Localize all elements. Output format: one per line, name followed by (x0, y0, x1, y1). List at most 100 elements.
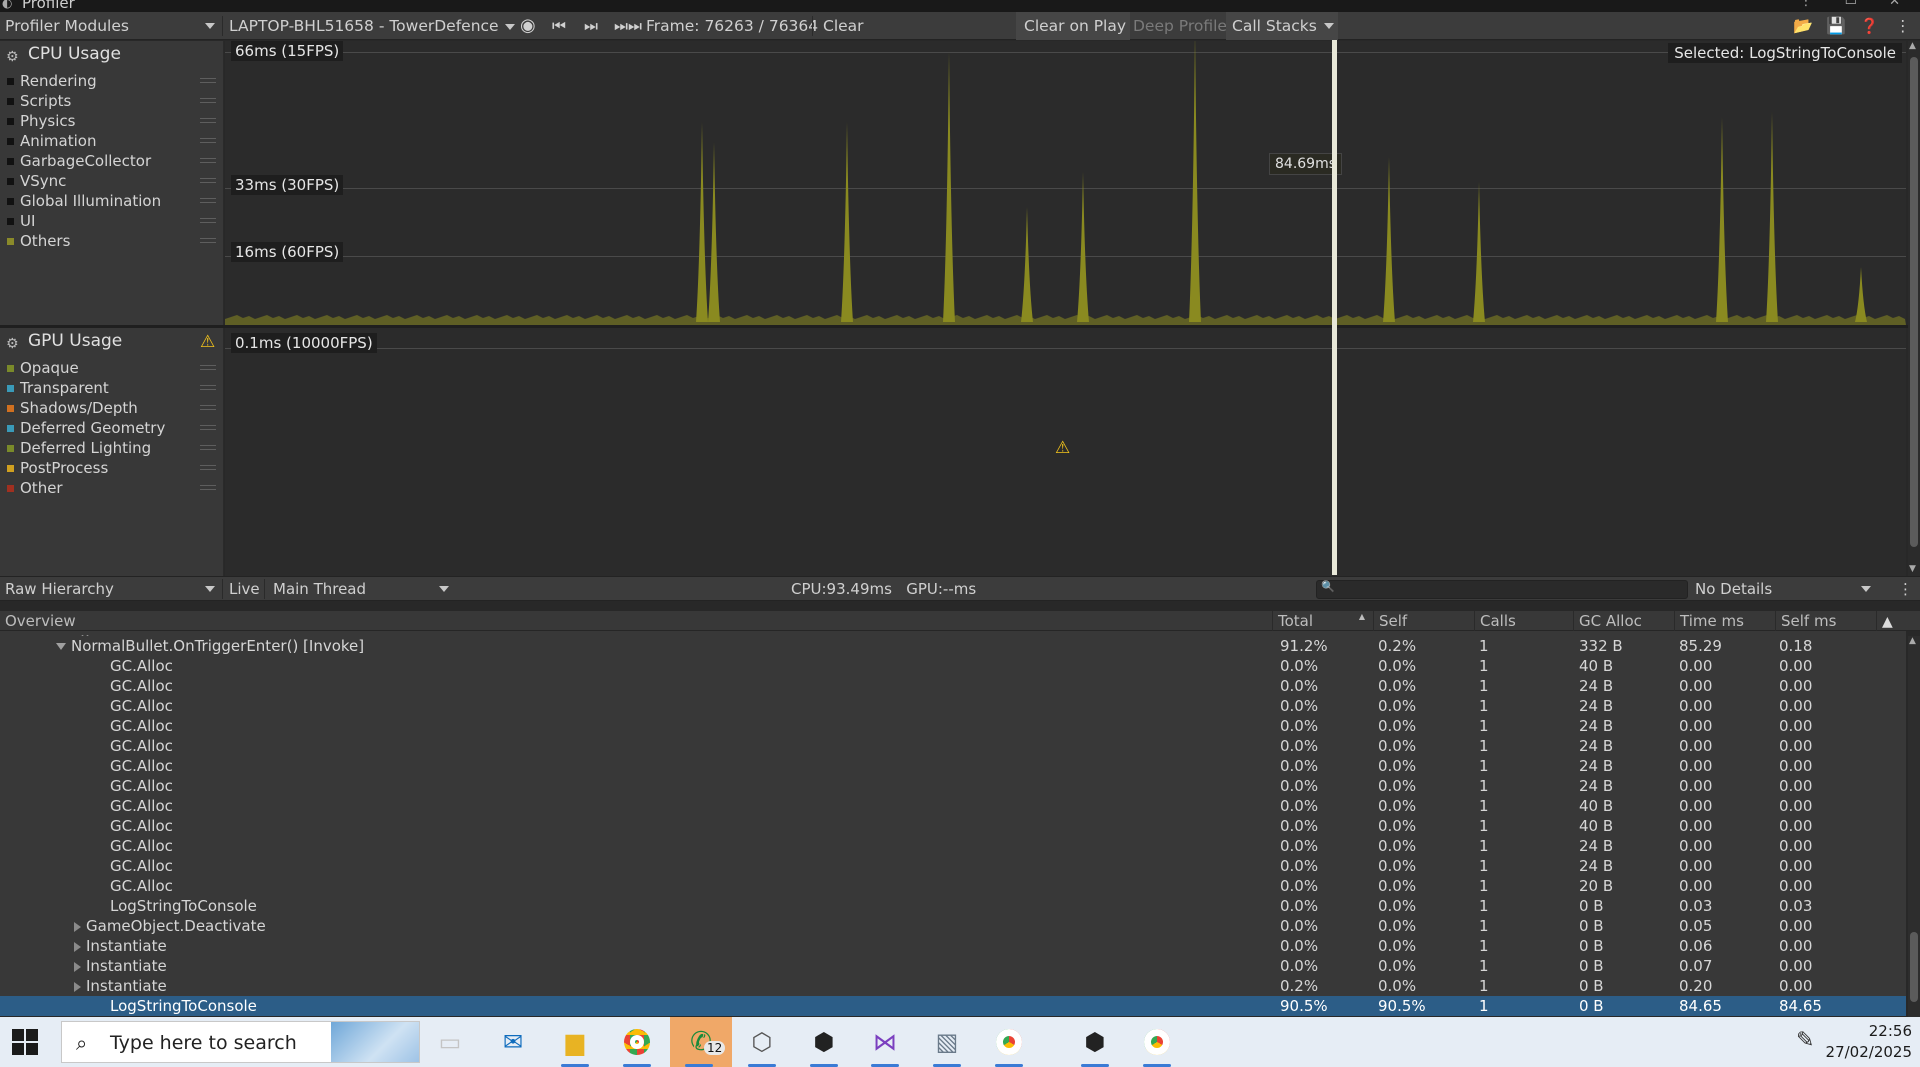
graph-scrollbar[interactable]: ▲ ▼ (1908, 41, 1920, 576)
color-swatch[interactable] (7, 485, 14, 492)
table-row[interactable]: GC.Alloc 0.0% 0.0% 1 24 B 0.00 0.00 (0, 836, 1906, 856)
table-row[interactable]: GC.Alloc 0.0% 0.0% 1 24 B 0.00 0.00 (0, 716, 1906, 736)
column-calls[interactable]: Calls (1474, 611, 1573, 631)
cpu-usage-graph[interactable]: 66ms (15FPS) 33ms (30FPS) 16ms (60FPS) 8… (225, 41, 1906, 325)
table-row[interactable]: GC.Alloc 0.0% 0.0% 1 24 B 0.00 0.00 (0, 696, 1906, 716)
save-icon[interactable]: 💾 (1826, 12, 1846, 40)
table-row[interactable]: GameObject.Deactivate 0.0% 0.0% 1 0 B 0.05 0.0… (0, 916, 1906, 936)
color-swatch[interactable] (7, 405, 14, 412)
drag-handle-icon[interactable] (200, 198, 216, 203)
drag-handle-icon[interactable] (200, 118, 216, 123)
drag-handle-icon[interactable] (200, 218, 216, 223)
expand-arrow-icon[interactable] (74, 941, 81, 952)
drag-handle-icon[interactable] (200, 465, 216, 470)
drag-handle-icon[interactable] (200, 78, 216, 83)
color-swatch[interactable] (7, 198, 14, 205)
record-button[interactable]: ◉ (520, 12, 536, 40)
color-swatch[interactable] (7, 365, 14, 372)
search-input[interactable]: 🔍 (1316, 580, 1688, 599)
color-swatch[interactable] (7, 385, 14, 392)
help-icon[interactable]: ❓ (1860, 12, 1879, 40)
column-overview[interactable]: Overview (0, 611, 76, 631)
color-swatch[interactable] (7, 238, 14, 245)
whatsapp-icon[interactable]: ✆ 12 (670, 1017, 732, 1067)
cpu-legend-item[interactable]: GarbageCollector (0, 151, 224, 171)
gpu-legend-item[interactable]: Shadows/Depth (0, 398, 224, 418)
drag-handle-icon[interactable] (200, 485, 216, 490)
collapse-arrow-icon[interactable] (56, 643, 66, 650)
column-gc-alloc[interactable]: GC Alloc (1573, 611, 1674, 631)
color-swatch[interactable] (7, 118, 14, 125)
table-scrollbar[interactable]: ▲ (1908, 636, 1920, 1017)
prev-frame-button[interactable]: ⏮ (552, 12, 566, 40)
table-row[interactable]: GC.Alloc 0.0% 0.0% 1 24 B 0.00 0.00 (0, 676, 1906, 696)
color-swatch[interactable] (7, 425, 14, 432)
call-stacks-dropdown[interactable]: Call Stacks (1226, 12, 1338, 40)
table-row[interactable]: Instantiate 0.0% 0.0% 1 0 B 0.06 0.00 (0, 936, 1906, 956)
view-dropdown[interactable]: Raw Hierarchy (5, 577, 219, 601)
column-warning[interactable]: ▲ (1876, 611, 1906, 631)
drag-handle-icon[interactable] (200, 425, 216, 430)
drag-handle-icon[interactable] (200, 405, 216, 410)
gpu-legend-item[interactable]: Transparent (0, 378, 224, 398)
gpu-legend-item[interactable]: PostProcess (0, 458, 224, 478)
chrome-profile-r-icon[interactable] (1128, 1017, 1186, 1067)
color-swatch[interactable] (7, 178, 14, 185)
unity-hub-icon[interactable]: ⬡ (733, 1017, 791, 1067)
color-swatch[interactable] (7, 465, 14, 472)
warning-icon[interactable]: ⚠ (200, 332, 215, 352)
thread-dropdown[interactable]: Main Thread (273, 577, 453, 601)
load-icon[interactable]: 📂 (1793, 12, 1813, 40)
clear-button[interactable]: Clear (823, 12, 864, 40)
gpu-usage-graph[interactable]: 0.1ms (10000FPS) ⚠ (225, 328, 1906, 576)
gpu-legend-item[interactable]: Deferred Lighting (0, 438, 224, 458)
gpu-legend-item[interactable]: Deferred Geometry (0, 418, 224, 438)
photos-icon[interactable]: ▧ (918, 1017, 976, 1067)
drag-handle-icon[interactable] (200, 158, 216, 163)
visual-studio-icon[interactable]: ⋈ (856, 1017, 914, 1067)
gpu-legend-item[interactable]: Other (0, 478, 224, 498)
table-row[interactable]: GC.Alloc 0.0% 0.0% 1 24 B 0.00 0.00 (0, 756, 1906, 776)
chrome-icon[interactable] (608, 1017, 666, 1067)
table-row[interactable]: Instantiate 0.2% 0.0% 1 0 B 0.20 0.00 (0, 976, 1906, 996)
column-self-ms[interactable]: Self ms (1775, 611, 1876, 631)
drag-handle-icon[interactable] (200, 138, 216, 143)
taskbar-search-box[interactable]: ⌕ Type here to search (61, 1021, 420, 1063)
deep-profile-toggle[interactable]: Deep Profile (1133, 12, 1227, 40)
current-frame-button[interactable]: ⏭⏭ (614, 12, 642, 40)
color-swatch[interactable] (7, 158, 14, 165)
color-swatch[interactable] (7, 78, 14, 85)
expand-arrow-icon[interactable] (74, 921, 81, 932)
cpu-module-panel[interactable]: ⚙ CPU Usage Rendering Scripts Physics Animat… (0, 41, 224, 325)
table-row[interactable]: NormalBullet.OnTriggerEnter() [Invoke] 91… (0, 636, 1906, 656)
expand-arrow-icon[interactable] (74, 981, 81, 992)
color-swatch[interactable] (7, 138, 14, 145)
cpu-legend-item[interactable]: Animation (0, 131, 224, 151)
unity-editor-icon[interactable]: ⬢ (1066, 1017, 1124, 1067)
drag-handle-icon[interactable] (200, 445, 216, 450)
table-row[interactable]: GC.Alloc 0.0% 0.0% 1 20 B 0.00 0.00 (0, 876, 1906, 896)
cpu-legend-item[interactable]: Scripts (0, 91, 224, 111)
outlook-icon[interactable]: ✉ (484, 1017, 542, 1067)
cpu-legend-item[interactable]: UI (0, 211, 224, 231)
chrome-profile-icon[interactable] (980, 1017, 1038, 1067)
color-swatch[interactable] (7, 445, 14, 452)
table-row[interactable]: GC.Alloc 0.0% 0.0% 1 24 B 0.00 0.00 (0, 856, 1906, 876)
task-view-icon[interactable]: ▭ (421, 1017, 479, 1067)
drag-handle-icon[interactable] (200, 98, 216, 103)
more-menu-icon[interactable]: ⋮ (1898, 577, 1913, 601)
table-row[interactable]: GC.Alloc 0.0% 0.0% 1 24 B 0.00 0.00 (0, 776, 1906, 796)
table-row[interactable]: GC.Alloc 0.0% 0.0% 1 40 B 0.00 0.00 (0, 816, 1906, 836)
more-menu-icon[interactable]: ⋮ (1895, 12, 1911, 40)
unity-icon[interactable]: ⬢ (795, 1017, 853, 1067)
drag-handle-icon[interactable] (200, 178, 216, 183)
table-row[interactable]: LogStringToConsole 0.0% 0.0% 1 0 B 0.03 0.03 (0, 896, 1906, 916)
table-row[interactable]: GC.Alloc 0.0% 0.0% 1 24 B 0.00 0.00 (0, 736, 1906, 756)
expand-arrow-icon[interactable] (74, 961, 81, 972)
color-swatch[interactable] (7, 218, 14, 225)
cpu-legend-item[interactable]: Others (0, 231, 224, 251)
table-row[interactable]: GC.Alloc 0.0% 0.0% 1 40 B 0.00 0.00 (0, 796, 1906, 816)
target-dropdown[interactable]: LAPTOP-BHL51658 - TowerDefence (229, 12, 515, 40)
file-explorer-icon[interactable]: ▆ (546, 1017, 604, 1067)
live-toggle[interactable]: Live (229, 577, 260, 601)
